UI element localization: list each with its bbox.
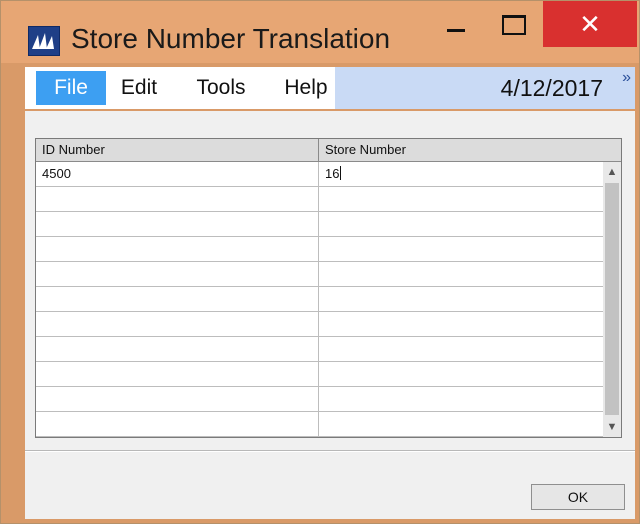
id-number-cell[interactable] xyxy=(36,412,319,436)
minimize-icon xyxy=(447,28,465,32)
menu-file[interactable]: File xyxy=(36,71,106,105)
id-number-cell[interactable] xyxy=(36,287,319,311)
content-area: ID Number Store Number 4500 16 ▲ ▼ OK xyxy=(25,111,635,519)
scroll-down-icon[interactable]: ▼ xyxy=(603,417,621,437)
minimize-button[interactable] xyxy=(433,1,479,49)
table-row[interactable]: 4500 16 xyxy=(36,162,603,187)
store-number-cell[interactable] xyxy=(319,412,603,436)
store-number-value: 16 xyxy=(325,166,340,181)
id-number-cell[interactable] xyxy=(36,262,319,286)
current-date: 4/12/2017 xyxy=(500,75,603,101)
title-bar[interactable]: Store Number Translation ✕ xyxy=(1,1,639,63)
table-row[interactable] xyxy=(36,412,603,437)
column-header-store-number[interactable]: Store Number xyxy=(319,139,621,161)
ok-button[interactable]: OK xyxy=(531,484,625,510)
table-row[interactable] xyxy=(36,312,603,337)
id-number-cell[interactable] xyxy=(36,212,319,236)
id-number-cell[interactable] xyxy=(36,312,319,336)
maximize-icon xyxy=(502,15,526,35)
app-logo-icon xyxy=(28,26,60,56)
table-row[interactable] xyxy=(36,187,603,212)
table-row[interactable] xyxy=(36,337,603,362)
menu-tools[interactable]: Tools xyxy=(185,71,257,105)
close-button[interactable]: ✕ xyxy=(543,1,637,47)
id-number-cell[interactable] xyxy=(36,187,319,211)
footer-divider xyxy=(25,450,635,452)
store-number-cell[interactable] xyxy=(319,212,603,236)
scroll-up-icon[interactable]: ▲ xyxy=(603,162,621,182)
menu-bar: File Edit Tools Help 4/12/2017 » xyxy=(25,67,635,109)
table-row[interactable] xyxy=(36,212,603,237)
table-row[interactable] xyxy=(36,262,603,287)
store-number-cell[interactable] xyxy=(319,262,603,286)
date-panel: 4/12/2017 » xyxy=(335,67,635,109)
id-number-cell[interactable] xyxy=(36,362,319,386)
table-row[interactable] xyxy=(36,287,603,312)
store-number-cell[interactable]: 16 xyxy=(319,162,603,186)
table-row[interactable] xyxy=(36,237,603,262)
expand-chevron-icon[interactable]: » xyxy=(622,69,631,87)
maximize-button[interactable] xyxy=(491,1,537,49)
store-number-cell[interactable] xyxy=(319,312,603,336)
id-number-cell[interactable] xyxy=(36,387,319,411)
store-number-cell[interactable] xyxy=(319,187,603,211)
translation-grid: ID Number Store Number 4500 16 ▲ ▼ xyxy=(35,138,622,438)
scroll-thumb[interactable] xyxy=(605,183,619,415)
window-title: Store Number Translation xyxy=(71,23,391,54)
menu-edit[interactable]: Edit xyxy=(111,71,167,105)
store-number-cell[interactable] xyxy=(319,362,603,386)
table-row[interactable] xyxy=(36,362,603,387)
close-icon: ✕ xyxy=(579,8,601,39)
grid-vertical-scrollbar[interactable]: ▲ ▼ xyxy=(603,162,621,437)
id-number-cell[interactable] xyxy=(36,237,319,261)
grid-header: ID Number Store Number xyxy=(36,139,621,162)
table-row[interactable] xyxy=(36,387,603,412)
store-number-cell[interactable] xyxy=(319,237,603,261)
text-cursor xyxy=(340,166,342,180)
store-number-cell[interactable] xyxy=(319,337,603,361)
column-header-id-number[interactable]: ID Number xyxy=(36,139,319,161)
id-number-cell[interactable]: 4500 xyxy=(36,162,319,186)
store-number-translation-window: Store Number Translation ✕ File Edit Too… xyxy=(0,0,640,524)
store-number-cell[interactable] xyxy=(319,387,603,411)
menu-help[interactable]: Help xyxy=(275,71,337,105)
grid-rows: 4500 16 xyxy=(36,162,603,437)
store-number-cell[interactable] xyxy=(319,287,603,311)
id-number-cell[interactable] xyxy=(36,337,319,361)
